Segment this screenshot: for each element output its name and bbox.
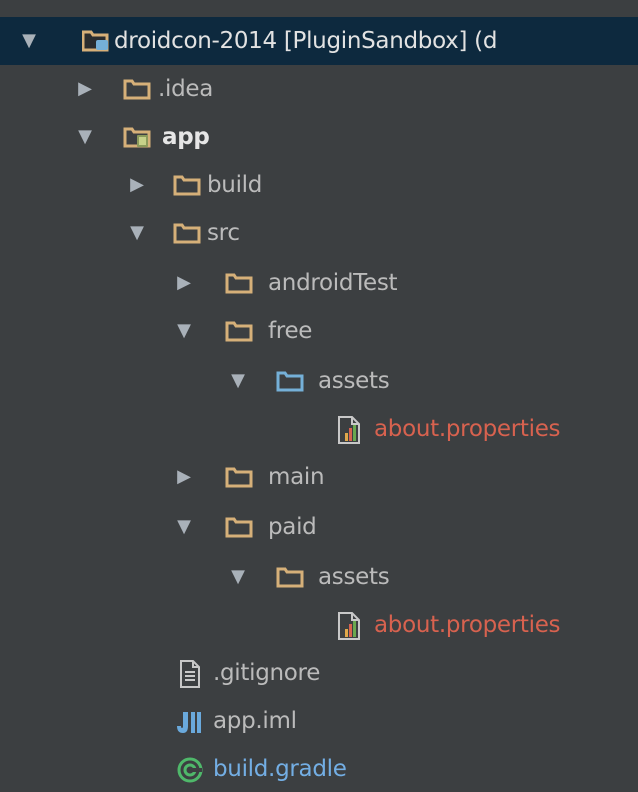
expand-triangle-icon[interactable]: ▶ bbox=[173, 259, 195, 307]
project-tree: ▼ droidcon-2014 [PluginSandbox] (d ▶ .id… bbox=[0, 0, 638, 792]
collapse-triangle-icon[interactable]: ▼ bbox=[18, 17, 40, 65]
gradle-file-icon bbox=[176, 756, 204, 783]
tree-label-idea: .idea bbox=[158, 76, 214, 102]
collapse-triangle-icon[interactable]: ▼ bbox=[227, 553, 249, 601]
collapse-triangle-icon[interactable]: ▼ bbox=[173, 307, 195, 355]
tree-row-free-assets[interactable]: ▼ assets bbox=[0, 357, 638, 405]
folder-icon bbox=[225, 514, 253, 540]
tree-label-src: src bbox=[207, 220, 240, 246]
tree-row-build-gradle[interactable]: build.gradle bbox=[0, 745, 638, 792]
tree-label-build-gradle: build.gradle bbox=[213, 756, 347, 782]
collapse-triangle-icon[interactable]: ▼ bbox=[173, 503, 195, 551]
expand-triangle-icon[interactable]: ▶ bbox=[126, 161, 148, 209]
tree-row-gitignore[interactable]: .gitignore bbox=[0, 649, 638, 697]
tree-label-free-assets: assets bbox=[318, 368, 390, 394]
tree-label-paid-about: about.properties bbox=[374, 612, 561, 638]
tree-row-app[interactable]: ▼ app bbox=[0, 113, 638, 161]
tree-row-androidtest[interactable]: ▶ androidTest bbox=[0, 259, 638, 307]
tree-row-paid[interactable]: ▼ paid bbox=[0, 503, 638, 551]
tree-row-root[interactable]: ▼ droidcon-2014 [PluginSandbox] (d bbox=[0, 17, 638, 65]
tree-row-build[interactable]: ▶ build bbox=[0, 161, 638, 209]
folder-icon bbox=[225, 318, 253, 344]
tree-label-paid-assets: assets bbox=[318, 564, 390, 590]
folder-icon bbox=[123, 76, 151, 102]
tree-row-main[interactable]: ▶ main bbox=[0, 453, 638, 501]
collapse-triangle-icon[interactable]: ▼ bbox=[227, 357, 249, 405]
tree-label-build: build bbox=[207, 172, 263, 198]
properties-file-icon bbox=[336, 416, 364, 444]
text-file-icon bbox=[177, 660, 205, 688]
folder-icon bbox=[173, 172, 201, 198]
tree-row-free[interactable]: ▼ free bbox=[0, 307, 638, 355]
folder-icon bbox=[276, 564, 304, 590]
iml-file-icon bbox=[174, 708, 202, 734]
properties-file-icon bbox=[336, 612, 364, 640]
tree-row-idea[interactable]: ▶ .idea bbox=[0, 65, 638, 113]
tree-label-androidtest: androidTest bbox=[268, 270, 398, 296]
tree-label-app: app bbox=[162, 124, 210, 150]
tree-label-root: droidcon-2014 [PluginSandbox] (d bbox=[114, 28, 498, 54]
tree-label-free-about: about.properties bbox=[374, 416, 561, 442]
tree-label-paid: paid bbox=[268, 514, 317, 540]
project-folder-icon bbox=[82, 28, 110, 54]
tree-label-gitignore: .gitignore bbox=[213, 660, 321, 686]
collapse-triangle-icon[interactable]: ▼ bbox=[74, 113, 96, 161]
tree-row-app-iml[interactable]: app.iml bbox=[0, 697, 638, 745]
module-folder-icon bbox=[123, 124, 151, 150]
tree-label-main: main bbox=[268, 464, 325, 490]
folder-icon bbox=[173, 220, 201, 246]
expand-triangle-icon[interactable]: ▶ bbox=[173, 453, 195, 501]
collapse-triangle-icon[interactable]: ▼ bbox=[126, 209, 148, 257]
folder-icon bbox=[225, 270, 253, 296]
expand-triangle-icon[interactable]: ▶ bbox=[74, 65, 96, 113]
folder-icon bbox=[225, 464, 253, 490]
tree-row-paid-assets[interactable]: ▼ assets bbox=[0, 553, 638, 601]
tree-label-free: free bbox=[268, 318, 313, 344]
tree-label-app-iml: app.iml bbox=[213, 708, 297, 734]
resource-folder-icon bbox=[276, 368, 304, 394]
tree-row-paid-about[interactable]: about.properties bbox=[0, 601, 638, 649]
tree-row-free-about[interactable]: about.properties bbox=[0, 405, 638, 453]
tree-row-src[interactable]: ▼ src bbox=[0, 209, 638, 257]
